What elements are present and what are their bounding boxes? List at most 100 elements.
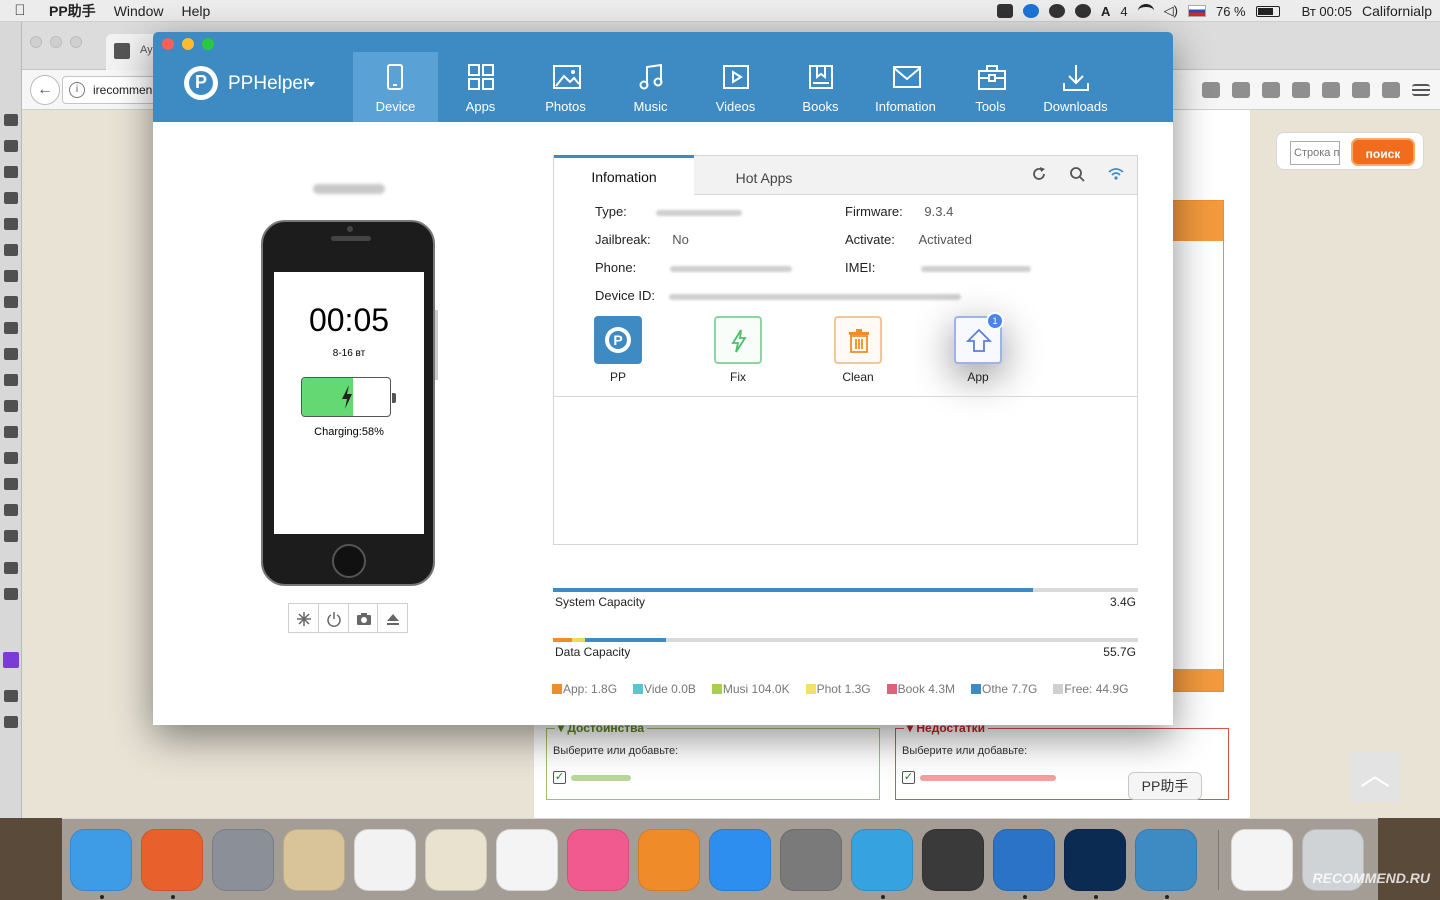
word-icon[interactable] (993, 828, 1055, 899)
brand-caret-icon[interactable] (307, 82, 315, 87)
calendar-icon[interactable] (354, 828, 416, 891)
menu-app-name[interactable]: PP助手 (40, 1, 105, 21)
crop-tool-icon[interactable] (4, 218, 18, 230)
nav-tools[interactable]: Tools (948, 52, 1033, 122)
type-tool-icon[interactable] (4, 478, 18, 490)
move-tool-icon[interactable] (4, 114, 18, 126)
pen-tool-icon[interactable] (4, 452, 18, 464)
menu-help[interactable]: Help (172, 3, 219, 19)
back-arrow-icon[interactable]: ← (30, 75, 60, 105)
screenshot-button[interactable] (349, 604, 379, 632)
smiley-icon[interactable] (1322, 82, 1340, 98)
telegram-icon[interactable] (851, 828, 913, 899)
path-select-tool-icon[interactable] (4, 504, 18, 516)
downloads-arrow-icon[interactable] (1262, 82, 1280, 98)
nav-infomation[interactable]: Infomation (863, 52, 948, 122)
telegram-status-icon[interactable] (1049, 4, 1066, 18)
nav-books[interactable]: Books (778, 52, 863, 122)
bookmark-star-icon[interactable] (1202, 82, 1220, 98)
cons-checkbox[interactable]: ✓ (902, 771, 915, 784)
site-search-input[interactable]: Строка п (1290, 141, 1340, 165)
quick-select-tool-icon[interactable] (4, 192, 18, 204)
user-name[interactable]: Californialp (1362, 3, 1432, 19)
site-search-button[interactable]: поиск (1351, 138, 1415, 166)
adobe-status-icon[interactable]: A (1101, 4, 1110, 19)
nav-apps[interactable]: Apps (438, 52, 523, 122)
nav-device[interactable]: Device (353, 52, 438, 122)
marquee-tool-icon[interactable] (4, 140, 18, 152)
zoom-tool-icon[interactable] (4, 588, 18, 600)
nav-downloads[interactable]: Downloads (1033, 52, 1118, 122)
site-info-icon[interactable]: i (69, 82, 85, 98)
volume-icon[interactable]: ◁) (1164, 3, 1178, 19)
brand-menu[interactable]: PPHelper (228, 73, 309, 95)
blur-tool-icon[interactable] (4, 400, 18, 412)
launchpad-icon[interactable] (212, 828, 274, 891)
contacts-icon[interactable] (425, 828, 487, 891)
mail-icon[interactable] (283, 828, 345, 891)
search-icon[interactable] (1069, 166, 1085, 182)
clock-status-icon[interactable] (1075, 4, 1092, 18)
quick-mask-icon[interactable] (4, 690, 18, 702)
camera-icon (356, 613, 371, 625)
shield-icon[interactable] (1382, 82, 1400, 98)
photos-icon[interactable] (496, 828, 558, 891)
browser-close-button[interactable] (30, 36, 42, 48)
close-window-button[interactable] (162, 38, 174, 50)
gradient-tool-icon[interactable] (4, 374, 18, 386)
phone-label: Phone: (595, 260, 637, 275)
clock[interactable]: Вт 00:05 (1302, 4, 1352, 19)
refresh-icon[interactable] (1031, 166, 1047, 182)
dodge-tool-icon[interactable] (4, 426, 18, 438)
pros-checkbox[interactable]: ✓ (553, 771, 566, 784)
brush-tool-icon[interactable] (4, 270, 18, 282)
hamburger-menu-icon[interactable] (1412, 84, 1430, 96)
russian-flag-icon[interactable] (1187, 5, 1206, 17)
browser-zoom-button[interactable] (70, 36, 82, 48)
foreground-color-swatch[interactable] (3, 652, 19, 668)
shape-tool-icon[interactable] (4, 530, 18, 542)
battery-icon[interactable] (1255, 5, 1280, 17)
ibooks-icon[interactable] (638, 828, 700, 891)
stamp-tool-icon[interactable] (4, 296, 18, 308)
tab-infomation[interactable]: Infomation (554, 155, 694, 196)
system-preferences-icon[interactable] (780, 828, 842, 891)
eraser-tool-icon[interactable] (4, 348, 18, 360)
document-icon[interactable] (1231, 828, 1293, 891)
nav-videos[interactable]: Videos (693, 52, 778, 122)
power-button[interactable] (319, 604, 349, 632)
phone-screen: 00:05 8-16 вт Charging:58% (274, 272, 424, 534)
home-icon[interactable] (1292, 82, 1310, 98)
finder-icon[interactable] (70, 828, 132, 899)
app-store-icon[interactable] (709, 828, 771, 891)
pocket-icon[interactable] (1352, 82, 1370, 98)
scroll-to-top-button[interactable]: ︿ (1350, 752, 1400, 802)
photoshop-icon[interactable] (1064, 828, 1126, 899)
nav-music[interactable]: Music (608, 52, 693, 122)
wifi-sync-icon[interactable] (1107, 166, 1125, 182)
eject-button[interactable] (378, 604, 407, 632)
activate-label: Activate: (845, 232, 895, 247)
minimize-window-button[interactable] (182, 38, 194, 50)
tab-hot-apps[interactable]: Hot Apps (704, 156, 824, 195)
menu-window[interactable]: Window (105, 3, 173, 19)
zoom-window-button[interactable] (202, 38, 214, 50)
itunes-icon[interactable] (567, 828, 629, 891)
screen-mode-icon[interactable] (4, 716, 18, 728)
reading-list-icon[interactable] (1232, 82, 1250, 98)
browser-minimize-button[interactable] (50, 36, 62, 48)
pphelper-icon[interactable] (1135, 828, 1197, 899)
shazam-icon[interactable] (1023, 4, 1040, 18)
apple-menu-icon[interactable]:  (0, 2, 40, 19)
wifi-icon[interactable] (1137, 4, 1154, 18)
eyedropper-tool-icon[interactable] (4, 244, 18, 256)
firefox-icon[interactable] (141, 828, 203, 899)
tool-app[interactable]: 1 App (952, 312, 1072, 388)
history-brush-tool-icon[interactable] (4, 322, 18, 334)
hand-tool-icon[interactable] (4, 562, 18, 574)
restart-device-button[interactable] (289, 604, 319, 632)
image-capture-icon[interactable] (922, 828, 984, 891)
lasso-tool-icon[interactable] (4, 166, 18, 178)
app-status-icon[interactable] (997, 4, 1014, 18)
nav-photos[interactable]: Photos (523, 52, 608, 122)
